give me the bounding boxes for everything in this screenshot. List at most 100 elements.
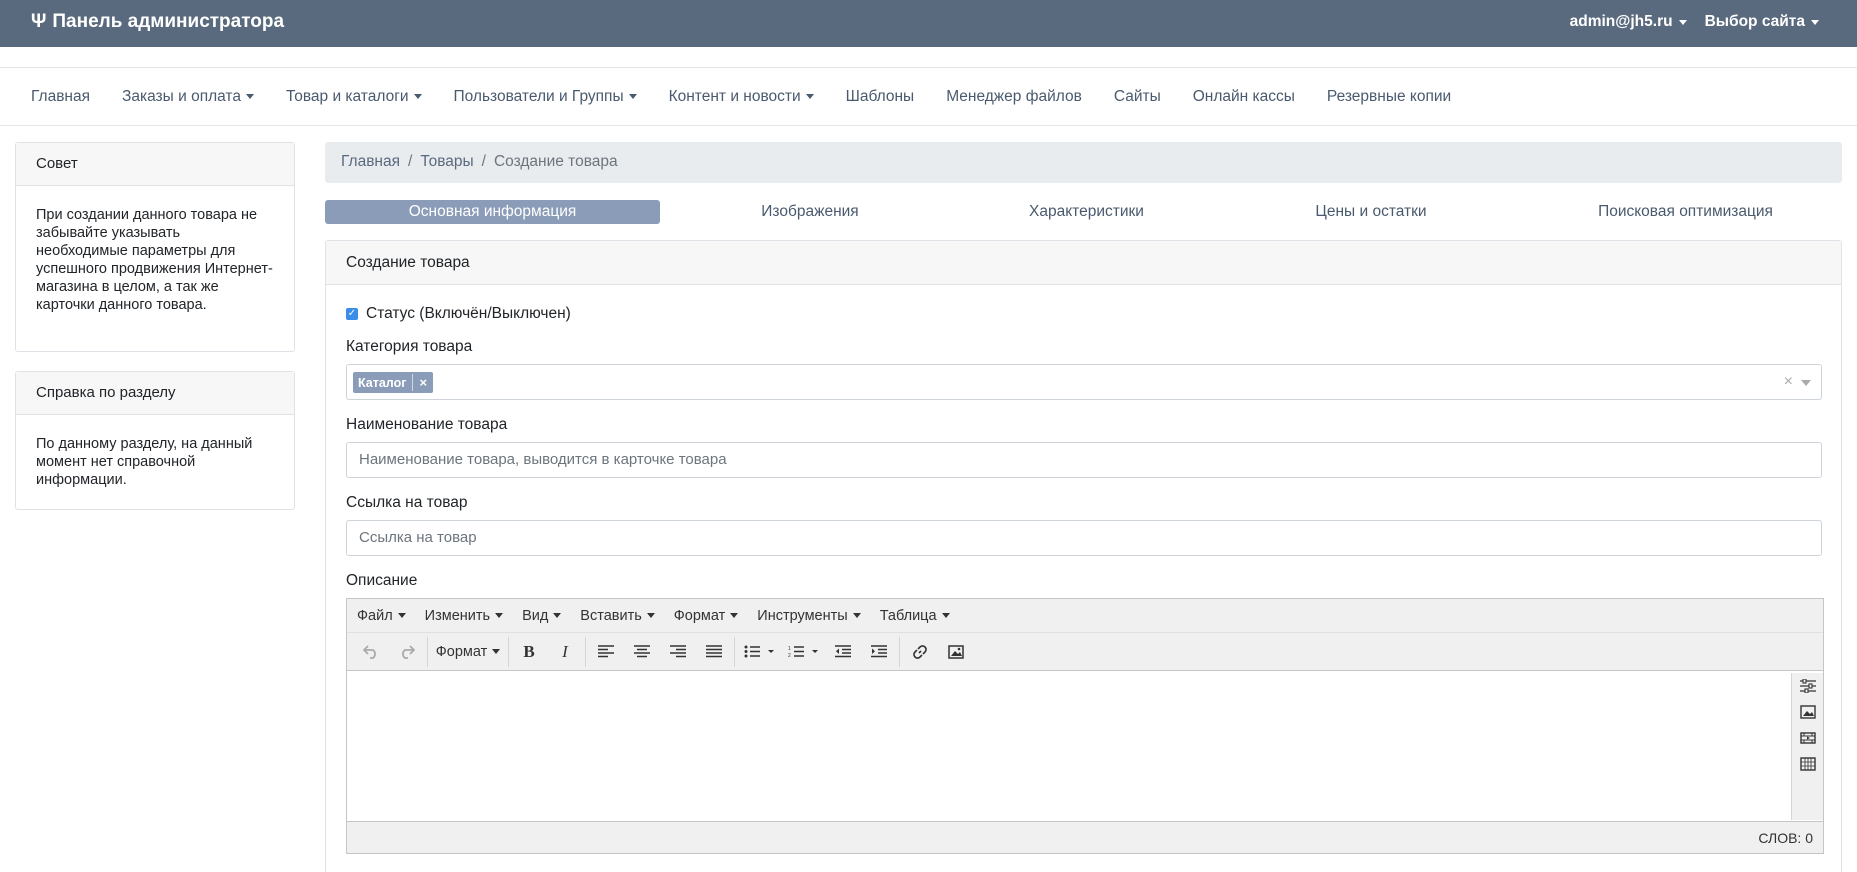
word-count: СЛОВ: 0 <box>1758 830 1813 846</box>
menu-insert[interactable]: Вставить <box>580 608 655 624</box>
nav-item-online-cash[interactable]: Онлайн кассы <box>1193 88 1295 106</box>
site-select-dropdown[interactable]: Выбор сайта <box>1705 13 1819 31</box>
brand-psi-icon: Ψ <box>31 11 47 32</box>
nav-item-orders[interactable]: Заказы и оплата <box>122 88 254 106</box>
product-name-input[interactable]: Наименование товара, выводится в карточк… <box>346 442 1822 478</box>
breadcrumb-products[interactable]: Товары <box>420 153 473 172</box>
nav-item-label: Шаблоны <box>845 87 915 105</box>
tip-card: Совет При создании данного товара не заб… <box>15 142 295 352</box>
redo-icon[interactable] <box>389 637 425 667</box>
help-card-text: По данному разделу, на данный момент нет… <box>36 436 253 488</box>
editor-toolbar: Формат B I 12 <box>347 633 1823 671</box>
status-checkbox[interactable]: ✓ <box>346 308 358 320</box>
nav-item-label: Главная <box>31 87 90 105</box>
nav-item-products[interactable]: Товар и каталоги <box>286 88 422 106</box>
description-editor: Файл Изменить Вид Вставить Формат Инстру… <box>346 598 1824 854</box>
link-label: Ссылка на товар <box>346 494 468 511</box>
menu-table[interactable]: Таблица <box>880 608 950 624</box>
nav-item-label: Менеджер файлов <box>946 87 1082 105</box>
menu-tools[interactable]: Инструменты <box>757 608 861 624</box>
tab-prices-stock[interactable]: Цены и остатки <box>1213 200 1529 224</box>
chevron-down-icon <box>1678 19 1687 25</box>
breadcrumb-home[interactable]: Главная <box>341 153 400 172</box>
settings-sliders-icon[interactable] <box>1799 679 1816 693</box>
undo-icon[interactable] <box>353 637 389 667</box>
menu-edit[interactable]: Изменить <box>425 608 504 624</box>
align-justify-icon[interactable] <box>696 637 732 667</box>
chevron-down-icon <box>492 649 501 654</box>
category-select[interactable]: Каталог × × <box>346 364 1822 400</box>
align-left-icon[interactable] <box>588 637 624 667</box>
breadcrumb-separator: / <box>408 153 413 170</box>
tag-remove-icon[interactable]: × <box>419 375 433 390</box>
nav-item-backups[interactable]: Резервные копии <box>1327 88 1451 106</box>
chevron-down-icon <box>628 94 637 99</box>
chevron-down-icon <box>495 613 504 618</box>
top-right-menu: admin@jh5.ru Выбор сайта <box>1570 13 1819 31</box>
brand[interactable]: Ψ Панель администратора <box>31 11 284 33</box>
nav-item-file-manager[interactable]: Менеджер файлов <box>946 88 1082 106</box>
nav-item-label: Контент и новости <box>668 87 801 105</box>
category-tag-label: Каталог <box>358 375 407 390</box>
link-icon[interactable] <box>902 637 938 667</box>
top-bar: Ψ Панель администратора admin@jh5.ru Выб… <box>0 0 1857 47</box>
chevron-down-icon <box>730 613 739 618</box>
tab-characteristics[interactable]: Характеристики <box>960 200 1213 224</box>
site-select-label: Выбор сайта <box>1704 13 1805 30</box>
description-label: Описание <box>346 572 418 589</box>
chevron-down-icon <box>245 94 254 99</box>
nav-item-label: Пользователи и Группы <box>453 87 624 105</box>
chevron-down-icon[interactable] <box>1801 380 1811 386</box>
nav-item-users[interactable]: Пользователи и Группы <box>454 88 637 106</box>
video-icon[interactable] <box>1799 731 1816 745</box>
bullet-list-icon[interactable] <box>737 637 781 667</box>
image-icon[interactable] <box>938 637 974 667</box>
nav-item-sites[interactable]: Сайты <box>1114 88 1161 106</box>
svg-text:2: 2 <box>788 653 791 658</box>
clear-icon[interactable]: × <box>1784 373 1793 391</box>
indent-icon[interactable] <box>861 637 897 667</box>
help-card: Справка по разделу По данному разделу, н… <box>15 371 295 510</box>
bold-icon[interactable]: B <box>511 637 547 667</box>
product-link-input[interactable]: Ссылка на товар <box>346 520 1822 556</box>
chevron-down-icon <box>805 94 814 99</box>
tip-card-title: Совет <box>16 143 294 186</box>
help-card-title: Справка по разделу <box>16 372 294 415</box>
editor-content-area[interactable] <box>347 673 1823 820</box>
format-dropdown-button[interactable]: Формат <box>430 637 506 667</box>
chevron-down-icon <box>553 613 562 618</box>
align-center-icon[interactable] <box>624 637 660 667</box>
menu-file[interactable]: Файл <box>357 608 406 624</box>
italic-icon[interactable]: I <box>547 637 583 667</box>
nav-item-label: Резервные копии <box>1326 87 1452 105</box>
nav-item-label: Заказы и оплата <box>122 87 241 105</box>
tab-seo[interactable]: Поисковая оптимизация <box>1529 200 1842 224</box>
product-tabs: Основная информация Изображения Характер… <box>325 200 1842 224</box>
chevron-down-icon <box>941 613 950 618</box>
menu-format[interactable]: Формат <box>674 608 739 624</box>
numbered-list-icon[interactable]: 12 <box>781 637 825 667</box>
nav-item-templates[interactable]: Шаблоны <box>846 88 915 106</box>
tab-main-info[interactable]: Основная информация <box>325 200 660 224</box>
nav-item-label: Сайты <box>1113 87 1161 105</box>
chevron-down-icon <box>413 94 422 99</box>
nav-item-label: Товар и каталоги <box>285 87 409 105</box>
user-email: admin@jh5.ru <box>1569 13 1673 30</box>
grid-icon[interactable] <box>1799 757 1816 771</box>
tip-card-text: При создании данного товара не забывайте… <box>36 207 273 313</box>
editor-statusbar: СЛОВ: 0 <box>347 821 1823 853</box>
nav-item-home[interactable]: Главная <box>31 88 90 106</box>
align-right-icon[interactable] <box>660 637 696 667</box>
svg-text:1: 1 <box>788 646 791 652</box>
menu-view[interactable]: Вид <box>522 608 562 624</box>
nav-item-content[interactable]: Контент и новости <box>669 88 814 106</box>
tab-images[interactable]: Изображения <box>660 200 960 224</box>
status-label: Статус (Включён/Выключен) <box>366 305 571 322</box>
breadcrumb-separator: / <box>481 153 486 170</box>
category-label: Категория товара <box>346 338 473 355</box>
image-icon[interactable] <box>1799 705 1816 719</box>
name-label: Наименование товара <box>346 416 508 433</box>
user-menu-dropdown[interactable]: admin@jh5.ru <box>1570 13 1687 31</box>
editor-side-toolbar <box>1791 673 1823 820</box>
outdent-icon[interactable] <box>825 637 861 667</box>
